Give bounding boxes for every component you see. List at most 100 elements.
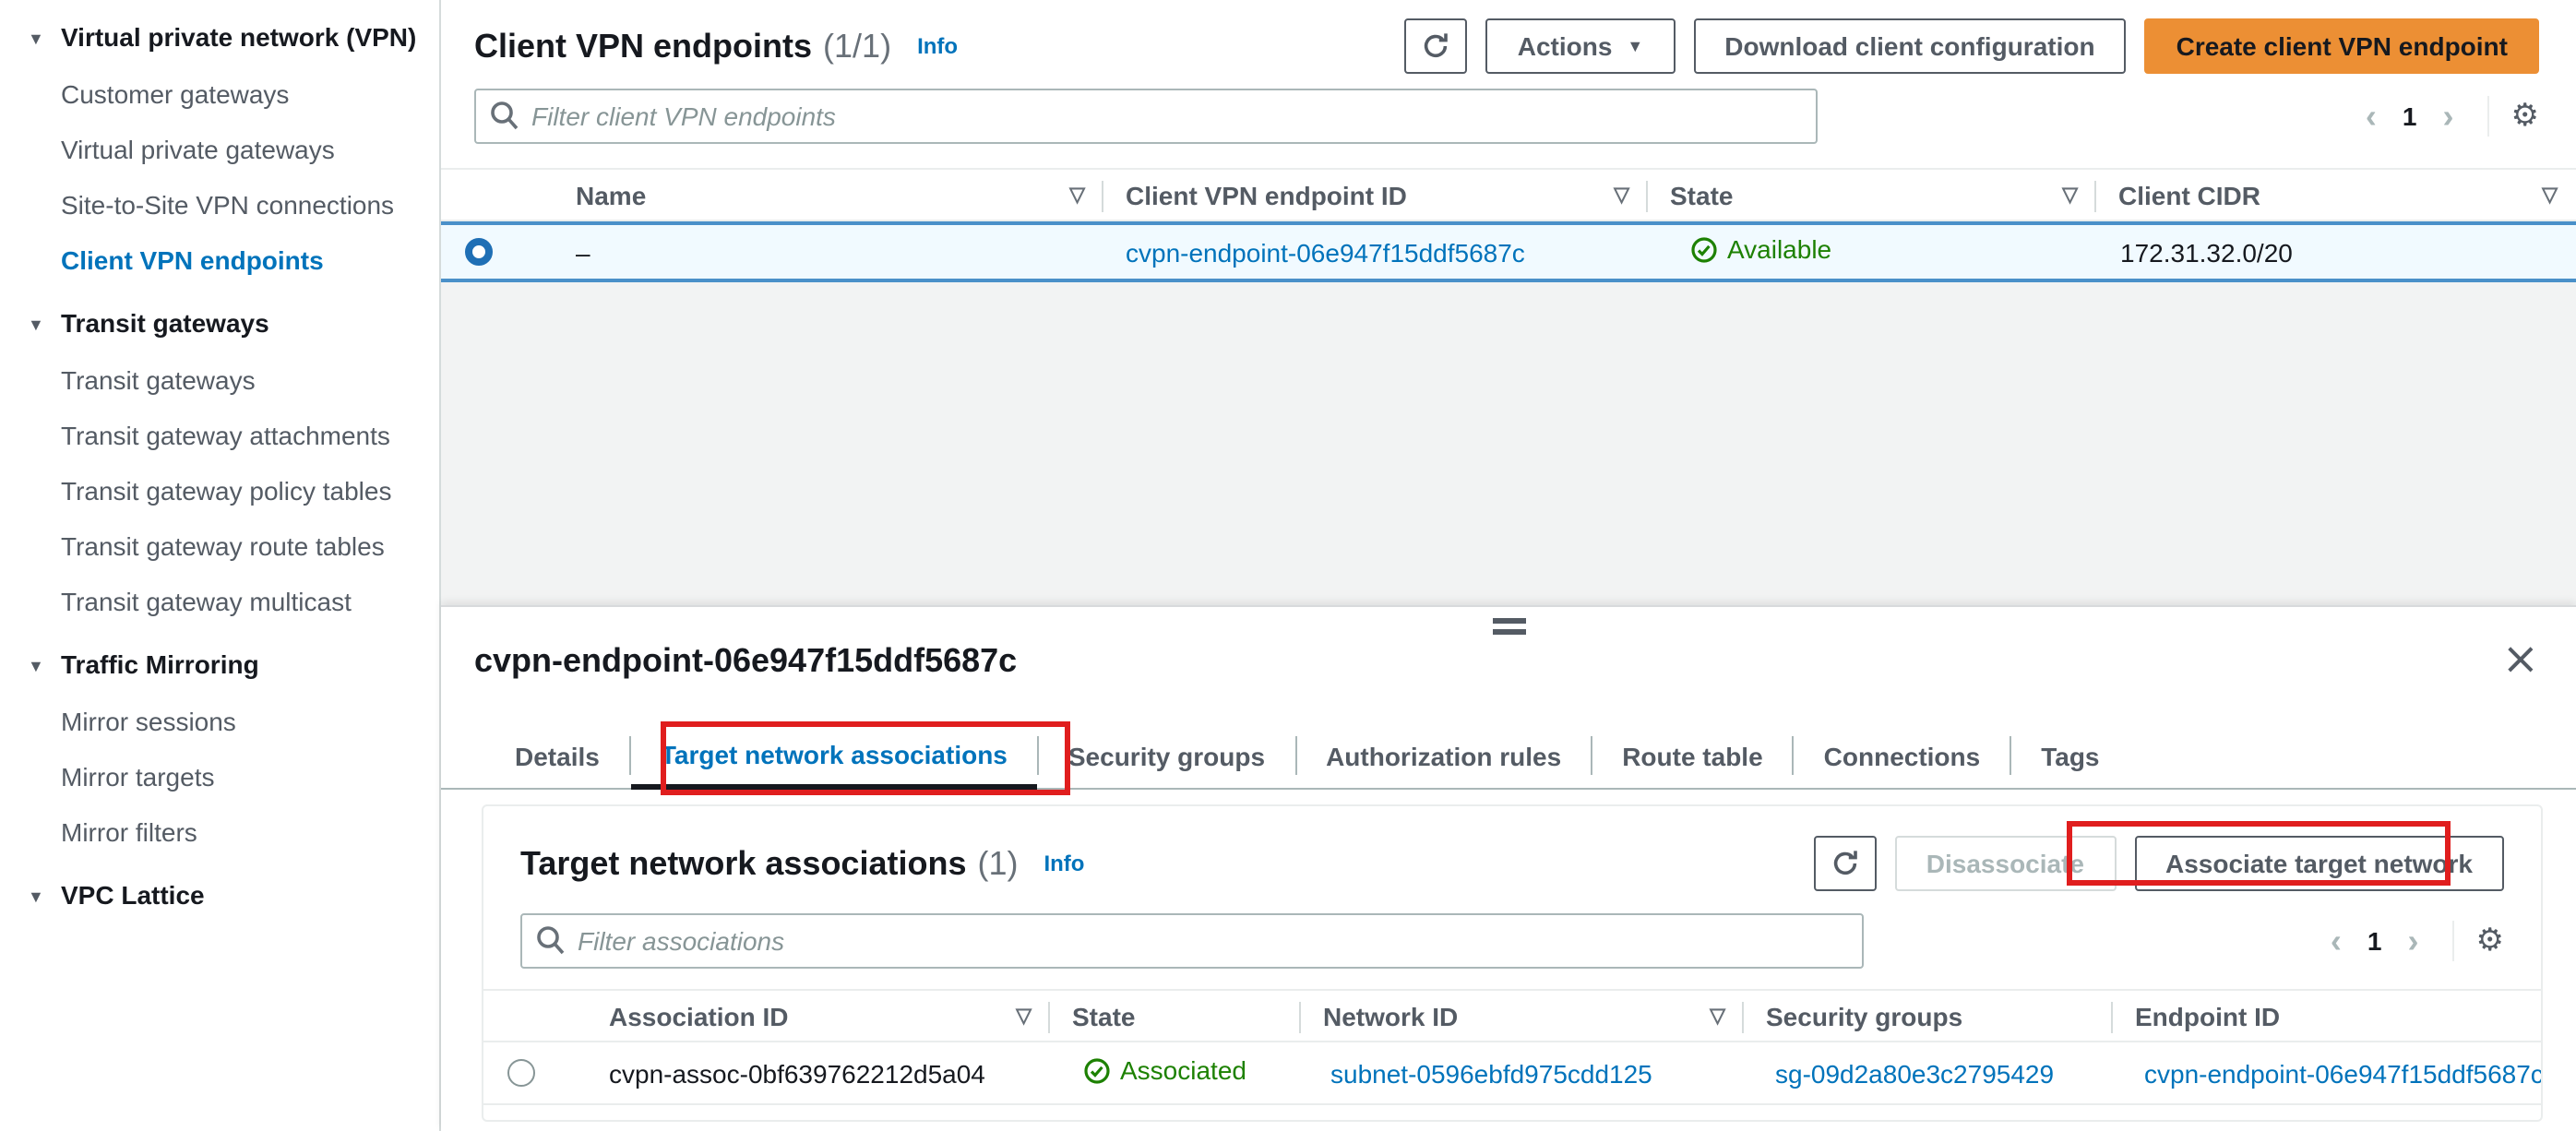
- sidebar-item-site-to-site-vpn[interactable]: Site-to-Site VPN connections: [28, 185, 421, 225]
- refresh-button[interactable]: [1404, 18, 1468, 74]
- endpoint-filter-input[interactable]: [474, 89, 1818, 144]
- column-header-security-groups[interactable]: Security groups: [1744, 991, 2113, 1041]
- chevron-down-icon: ▼: [28, 30, 44, 48]
- column-header-endpoint-id[interactable]: Endpoint ID: [2113, 991, 2541, 1041]
- sidebar-item-customer-gateways[interactable]: Customer gateways: [28, 74, 421, 114]
- column-header-state[interactable]: State ▽: [1648, 170, 2096, 220]
- vpc-sidebar: ▼ Virtual private network (VPN) Customer…: [0, 0, 441, 1131]
- sidebar-section-vpn[interactable]: ▼ Virtual private network (VPN): [28, 17, 421, 59]
- column-label: Name: [576, 180, 647, 209]
- sort-icon[interactable]: ▽: [1016, 1004, 1032, 1028]
- associations-card: Target network associations (1) Info Dis…: [482, 804, 2543, 1122]
- tab-connections[interactable]: Connections: [1795, 723, 2010, 788]
- info-link[interactable]: Info: [917, 33, 958, 59]
- sidebar-item-tg-policy-tables[interactable]: Transit gateway policy tables: [28, 470, 421, 511]
- tab-security-groups[interactable]: Security groups: [1039, 723, 1294, 788]
- header-actions: Actions ▼ Download client configuration …: [1404, 18, 2539, 74]
- tab-tags[interactable]: Tags: [2011, 723, 2129, 788]
- security-group-link[interactable]: sg-09d2a80e3c2795429: [1775, 1058, 2054, 1088]
- sort-icon[interactable]: ▽: [1614, 183, 1629, 207]
- associations-refresh-button[interactable]: [1813, 836, 1877, 891]
- column-header-name[interactable]: Name ▽: [554, 170, 1103, 220]
- associate-target-network-button[interactable]: Associate target network: [2134, 836, 2504, 891]
- caret-down-icon: ▼: [1627, 37, 1644, 55]
- sidebar-item-mirror-targets[interactable]: Mirror targets: [28, 756, 421, 797]
- endpoints-table: Name ▽ Client VPN endpoint ID ▽ State ▽ …: [441, 168, 2576, 282]
- tab-authorization-rules[interactable]: Authorization rules: [1296, 723, 1591, 788]
- vpc-console-screen: ▼ Virtual private network (VPN) Customer…: [0, 0, 2576, 1131]
- sidebar-item-tg-multicast[interactable]: Transit gateway multicast: [28, 581, 421, 622]
- next-page-button[interactable]: ›: [2432, 98, 2465, 135]
- row-radio-selected[interactable]: [465, 238, 493, 266]
- association-table-row[interactable]: cvpn-assoc-0bf639762212d5a04 Associated …: [483, 1042, 2541, 1105]
- associations-table: Association ID ▽ State Network ID ▽ Secu…: [483, 989, 2541, 1105]
- settings-gear-icon[interactable]: ⚙: [2511, 98, 2540, 135]
- chevron-down-icon: ▼: [28, 657, 44, 675]
- previous-page-button[interactable]: ‹: [2320, 923, 2353, 959]
- tab-route-table[interactable]: Route table: [1592, 723, 1792, 788]
- state-label: Associated: [1120, 1055, 1246, 1086]
- sidebar-item-client-vpn-endpoints[interactable]: Client VPN endpoints: [28, 240, 421, 280]
- actions-button[interactable]: Actions ▼: [1485, 18, 1676, 74]
- endpoint-state: Available: [1690, 235, 1831, 265]
- endpoint-table-row[interactable]: – cvpn-endpoint-06e947f15ddf5687c Availa…: [441, 221, 2576, 282]
- associate-button-label: Associate target network: [2165, 849, 2473, 878]
- previous-page-button[interactable]: ‹: [2355, 98, 2388, 135]
- network-id-link[interactable]: subnet-0596ebfd975cdd125: [1330, 1058, 1652, 1088]
- detail-tabs: Details Target network associations Secu…: [441, 723, 2576, 790]
- endpoint-id-link[interactable]: cvpn-endpoint-06e947f15ddf5687c: [2144, 1058, 2541, 1088]
- associations-filter: [520, 913, 1864, 969]
- state-label: Available: [1727, 234, 1832, 265]
- associations-info-link[interactable]: Info: [1044, 851, 1084, 876]
- sidebar-section-transit-gateways[interactable]: ▼ Transit gateways: [28, 303, 421, 345]
- sidebar-item-virtual-private-gateways[interactable]: Virtual private gateways: [28, 129, 421, 170]
- sort-icon[interactable]: ▽: [2542, 183, 2558, 207]
- panel-resize-handle[interactable]: [1492, 618, 1525, 640]
- current-page[interactable]: 1: [2360, 926, 2390, 956]
- settings-gear-icon[interactable]: ⚙: [2476, 923, 2505, 959]
- column-label: Client VPN endpoint ID: [1126, 180, 1407, 209]
- sidebar-item-tg-route-tables[interactable]: Transit gateway route tables: [28, 526, 421, 566]
- sort-icon[interactable]: ▽: [1069, 183, 1085, 207]
- sidebar-item-transit-gateways[interactable]: Transit gateways: [28, 360, 421, 400]
- associations-card-header: Target network associations (1) Info Dis…: [483, 836, 2541, 891]
- endpoint-id-link[interactable]: cvpn-endpoint-06e947f15ddf5687c: [1126, 237, 1525, 267]
- associations-table-header: Association ID ▽ State Network ID ▽ Secu…: [483, 989, 2541, 1042]
- endpoint-detail-panel: cvpn-endpoint-06e947f15ddf5687c × Detail…: [441, 605, 2576, 1131]
- column-header-client-cidr[interactable]: Client CIDR ▽: [2096, 170, 2576, 220]
- associations-actions: Disassociate Associate target network: [1813, 836, 2504, 891]
- close-icon[interactable]: ×: [2502, 637, 2539, 681]
- row-radio-unselected[interactable]: [507, 1059, 535, 1087]
- client-cidr-cell: 172.31.32.0/20: [2120, 237, 2293, 267]
- associations-filter-input[interactable]: [520, 913, 1864, 969]
- sidebar-item-tg-attachments[interactable]: Transit gateway attachments: [28, 415, 421, 456]
- sidebar-section-label: Traffic Mirroring: [61, 649, 259, 679]
- list-header: Client VPN endpoints (1/1) Info Actions …: [441, 0, 2576, 74]
- association-id-cell: cvpn-assoc-0bf639762212d5a04: [609, 1058, 985, 1088]
- associations-pagination: ‹ 1 › ⚙: [2320, 921, 2504, 961]
- sidebar-section-label: VPC Lattice: [61, 880, 205, 910]
- sort-icon[interactable]: ▽: [2062, 183, 2078, 207]
- tab-target-network-associations[interactable]: Target network associations: [630, 723, 1037, 790]
- sidebar-section-vpc-lattice[interactable]: ▼ VPC Lattice: [28, 875, 421, 917]
- next-page-button[interactable]: ›: [2397, 923, 2430, 959]
- download-client-configuration-button[interactable]: Download client configuration: [1693, 18, 2127, 74]
- endpoint-filter: [474, 89, 1818, 144]
- column-header-network-id[interactable]: Network ID ▽: [1301, 991, 1744, 1041]
- column-label: Client CIDR: [2118, 180, 2260, 209]
- disassociate-button[interactable]: Disassociate: [1894, 836, 2116, 891]
- current-page[interactable]: 1: [2395, 101, 2425, 131]
- sort-icon[interactable]: ▽: [1710, 1004, 1725, 1028]
- sidebar-item-mirror-filters[interactable]: Mirror filters: [28, 812, 421, 852]
- column-header-association-id[interactable]: Association ID ▽: [587, 991, 1050, 1041]
- column-header-endpoint-id[interactable]: Client VPN endpoint ID ▽: [1103, 170, 1648, 220]
- column-label: Network ID: [1323, 1001, 1459, 1030]
- associations-filter-row: ‹ 1 › ⚙: [483, 891, 2541, 969]
- sidebar-item-mirror-sessions[interactable]: Mirror sessions: [28, 701, 421, 742]
- status-available-icon: [1691, 236, 1717, 263]
- create-client-vpn-endpoint-button[interactable]: Create client VPN endpoint: [2144, 18, 2539, 74]
- chevron-down-icon: ▼: [28, 887, 44, 906]
- tab-details[interactable]: Details: [485, 723, 629, 788]
- column-header-state[interactable]: State: [1050, 991, 1301, 1041]
- sidebar-section-traffic-mirroring[interactable]: ▼ Traffic Mirroring: [28, 644, 421, 686]
